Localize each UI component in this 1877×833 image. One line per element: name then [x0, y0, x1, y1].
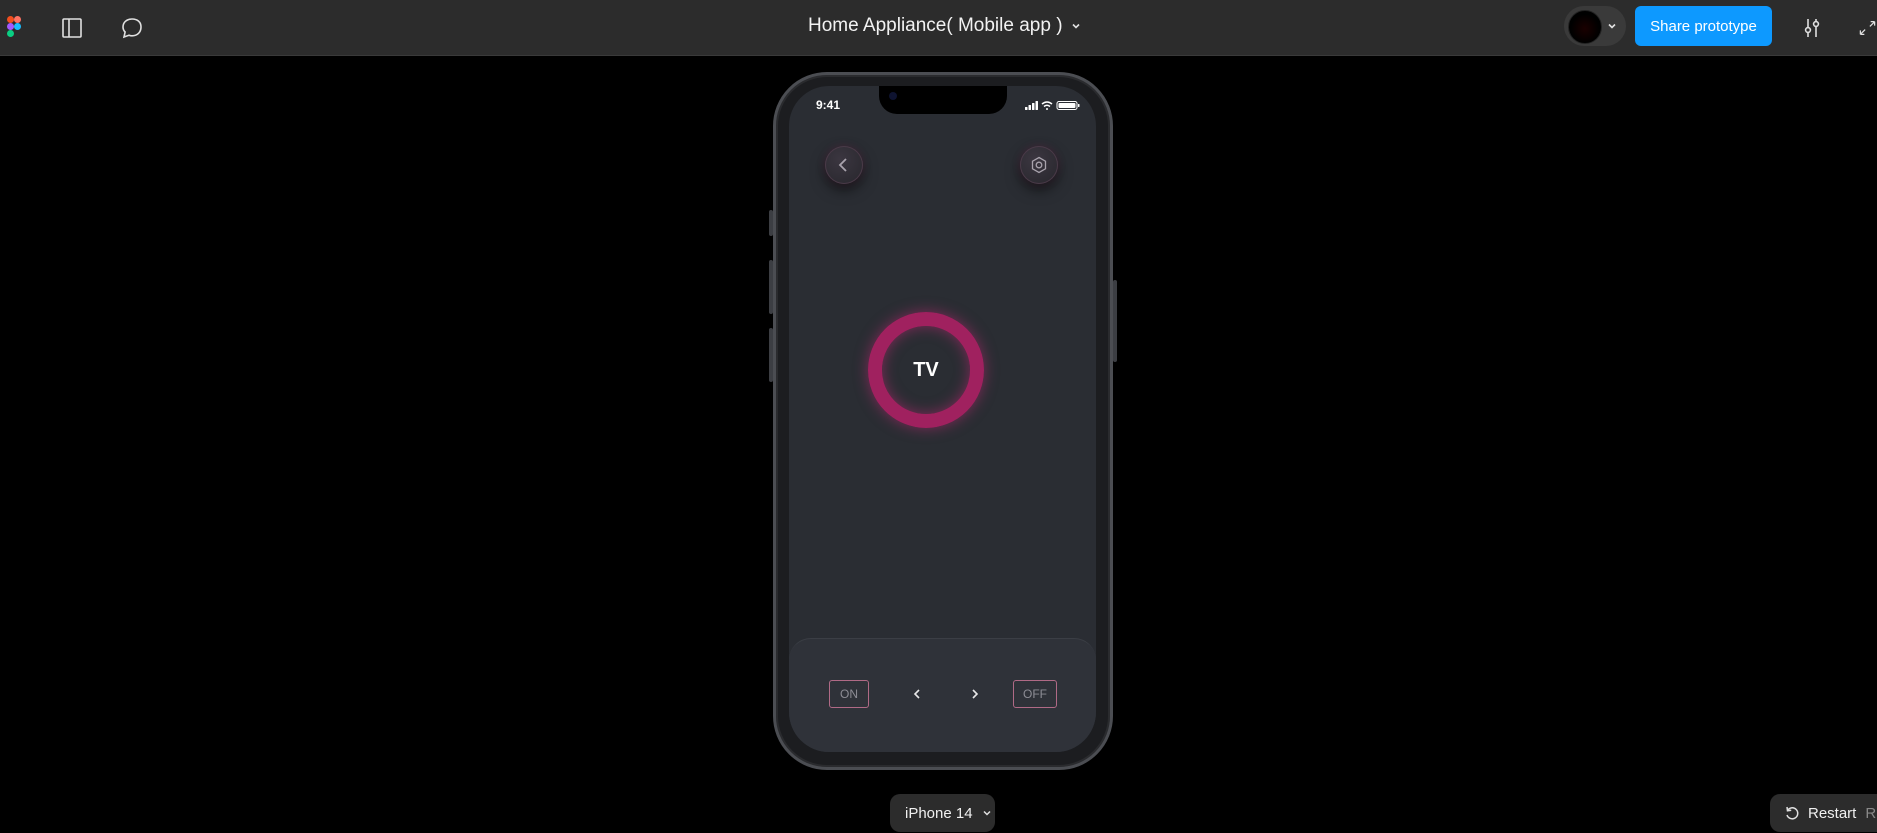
chevron-down-icon	[1604, 18, 1620, 34]
restart-label: Restart	[1808, 804, 1857, 822]
expand-icon[interactable]	[1858, 14, 1877, 42]
settings-sliders-icon[interactable]	[1798, 14, 1826, 42]
restart-icon	[1786, 806, 1799, 820]
avatar	[1568, 10, 1602, 44]
phone-power-button	[1113, 280, 1117, 362]
device-label: TV	[913, 358, 939, 381]
share-prototype-button[interactable]: Share prototype	[1635, 6, 1772, 46]
toolbar: Home Appliance( Mobile app ) Share proto…	[0, 0, 1877, 56]
camera-icon	[889, 92, 897, 100]
chevron-down-icon	[983, 810, 991, 816]
back-button[interactable]	[825, 146, 863, 184]
comment-icon[interactable]	[118, 14, 146, 42]
sidebar-icon[interactable]	[58, 14, 86, 42]
restart-shortcut: R	[1865, 804, 1877, 822]
device-name: iPhone 14	[905, 804, 973, 822]
chevron-left-icon	[913, 689, 920, 699]
status-time: 9:41	[816, 98, 841, 112]
figma-logo[interactable]	[3, 13, 25, 41]
phone-notch	[879, 86, 1007, 114]
on-button[interactable]: ON	[829, 680, 869, 708]
chevron-right-icon	[972, 689, 979, 699]
next-button[interactable]	[967, 686, 983, 702]
phone-screen: 9:41 TV ON OFF	[789, 86, 1096, 752]
chevron-left-icon	[838, 158, 847, 172]
restart-button[interactable]: Restart R	[1770, 794, 1877, 832]
signal-icon	[1025, 101, 1038, 110]
device-selector[interactable]: iPhone 14	[890, 794, 995, 832]
gear-icon	[1031, 156, 1047, 174]
previous-button[interactable]	[909, 686, 925, 702]
off-button[interactable]: OFF	[1013, 680, 1057, 708]
settings-button[interactable]	[1020, 146, 1058, 184]
wifi-icon	[1041, 101, 1053, 110]
chevron-down-icon[interactable]	[1068, 18, 1084, 34]
status-icons	[1025, 98, 1081, 110]
user-menu[interactable]	[1564, 6, 1626, 46]
file-title[interactable]: Home Appliance( Mobile app )	[808, 15, 1063, 37]
tv-power-ring[interactable]: TV	[868, 312, 984, 428]
remote-control-panel: ON OFF	[789, 638, 1096, 752]
battery-icon	[1056, 101, 1080, 110]
